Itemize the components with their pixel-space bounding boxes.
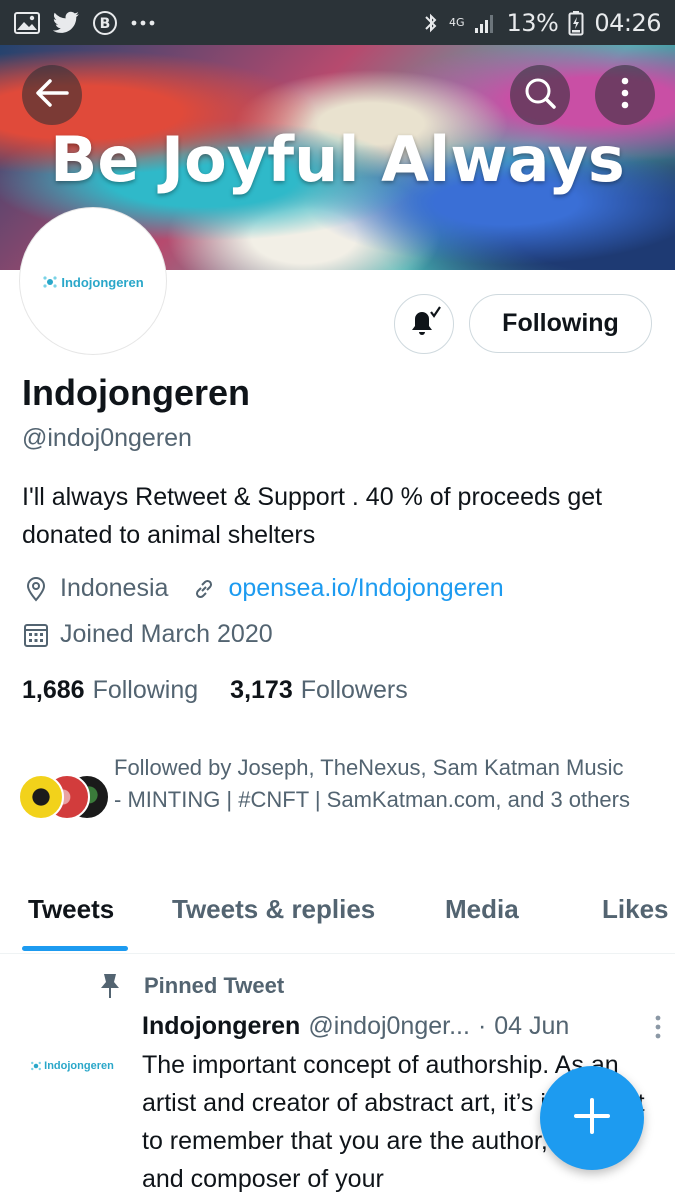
followed-by[interactable]: Followed by Joseph, TheNexus, Sam Katman… [18, 752, 634, 822]
plus-icon [572, 1096, 612, 1141]
pin-icon [96, 972, 124, 1000]
following-count: 1,686 [22, 676, 85, 704]
search-icon [523, 76, 557, 115]
followed-by-text: Followed by Joseph, TheNexus, Sam Katman… [114, 755, 630, 812]
followers-count: 3,173 [230, 676, 293, 704]
location-text: Indonesia [60, 574, 169, 602]
profile-handle: @indoj0ngeren [22, 424, 192, 452]
tweet-avatar-text: Indojongeren [44, 1060, 114, 1072]
avatar-logo: Indojongeren [42, 274, 144, 290]
kebab-menu-icon [621, 77, 629, 114]
profile-meta-joined: Joined March 2020 [22, 620, 273, 649]
logo-mark-icon [43, 276, 57, 288]
tweet-more-button[interactable] [654, 1014, 662, 1040]
twitter-icon [52, 11, 80, 35]
logo-mark-icon [31, 1061, 42, 1071]
pinned-tweet-text: Pinned Tweet [144, 973, 285, 998]
joined-text: Joined March 2020 [60, 620, 273, 648]
profile-meta-location: Indonesia opensea.io/Indojongeren [22, 574, 504, 603]
signal-icon [474, 12, 496, 34]
profile-bio: I'll always Retweet & Support . 40 % of … [22, 483, 603, 549]
tab-media[interactable]: Media [445, 894, 519, 925]
overflow-menu-button[interactable] [595, 65, 655, 125]
tweet-author-handle[interactable]: @indoj0nger... [308, 1012, 470, 1041]
tab-tweets[interactable]: Tweets [28, 894, 114, 925]
calendar-icon [22, 621, 50, 649]
tweet-header: Indojongeren @indoj0nger... · 04 Jun [142, 1012, 662, 1041]
follower-avatars [18, 774, 110, 822]
search-button[interactable] [510, 65, 570, 125]
following-label: Following [92, 676, 199, 704]
tab-tweets-replies[interactable]: Tweets & replies [172, 894, 375, 925]
compose-tweet-button[interactable] [540, 1066, 644, 1170]
following-button[interactable]: Following [469, 294, 652, 353]
location-pin-icon [22, 575, 50, 603]
back-arrow-icon [35, 78, 69, 113]
link-icon [190, 575, 218, 603]
clock: 04:26 [594, 8, 661, 37]
pinned-tweet-label: Pinned Tweet [96, 972, 284, 1000]
bluetooth-icon [423, 10, 439, 36]
tweet-separator: · [477, 1012, 487, 1040]
website-link[interactable]: opensea.io/Indojongeren [228, 574, 503, 603]
following-count-link[interactable]: 1,686 Following [22, 676, 198, 705]
follower-avatar [18, 774, 64, 820]
status-bar: B 4G 13% 04:26 [0, 0, 675, 45]
followers-count-link[interactable]: 3,173 Followers [230, 676, 408, 705]
more-icon [130, 19, 156, 27]
followers-label: Followers [300, 676, 408, 704]
profile-tabs: Tweets Tweets & replies Media Likes [0, 878, 675, 954]
banner-title: Be Joyful Always [50, 123, 625, 196]
image-icon [14, 11, 40, 34]
profile-name: Indojongeren [22, 372, 250, 413]
b-icon: B [92, 10, 118, 36]
avatar-logo-text: Indojongeren [61, 274, 144, 290]
profile-avatar[interactable]: Indojongeren [20, 208, 166, 354]
tweet-date[interactable]: 04 Jun [494, 1012, 569, 1041]
active-tab-indicator [22, 946, 128, 951]
network-label: 4G [448, 16, 465, 29]
notifications-button[interactable] [394, 294, 454, 354]
tweet-author-name[interactable]: Indojongeren [142, 1012, 300, 1041]
back-button[interactable] [22, 65, 82, 125]
tweet-avatar[interactable]: Indojongeren [22, 1040, 122, 1092]
battery-icon [568, 10, 584, 36]
battery-percent: 13% [506, 8, 559, 37]
bell-check-icon [406, 304, 442, 345]
kebab-menu-icon [655, 1015, 661, 1038]
follow-counts: 1,686 Following 3,173 Followers [22, 676, 408, 705]
svg-text:B: B [100, 16, 111, 32]
tab-likes[interactable]: Likes [602, 894, 669, 925]
